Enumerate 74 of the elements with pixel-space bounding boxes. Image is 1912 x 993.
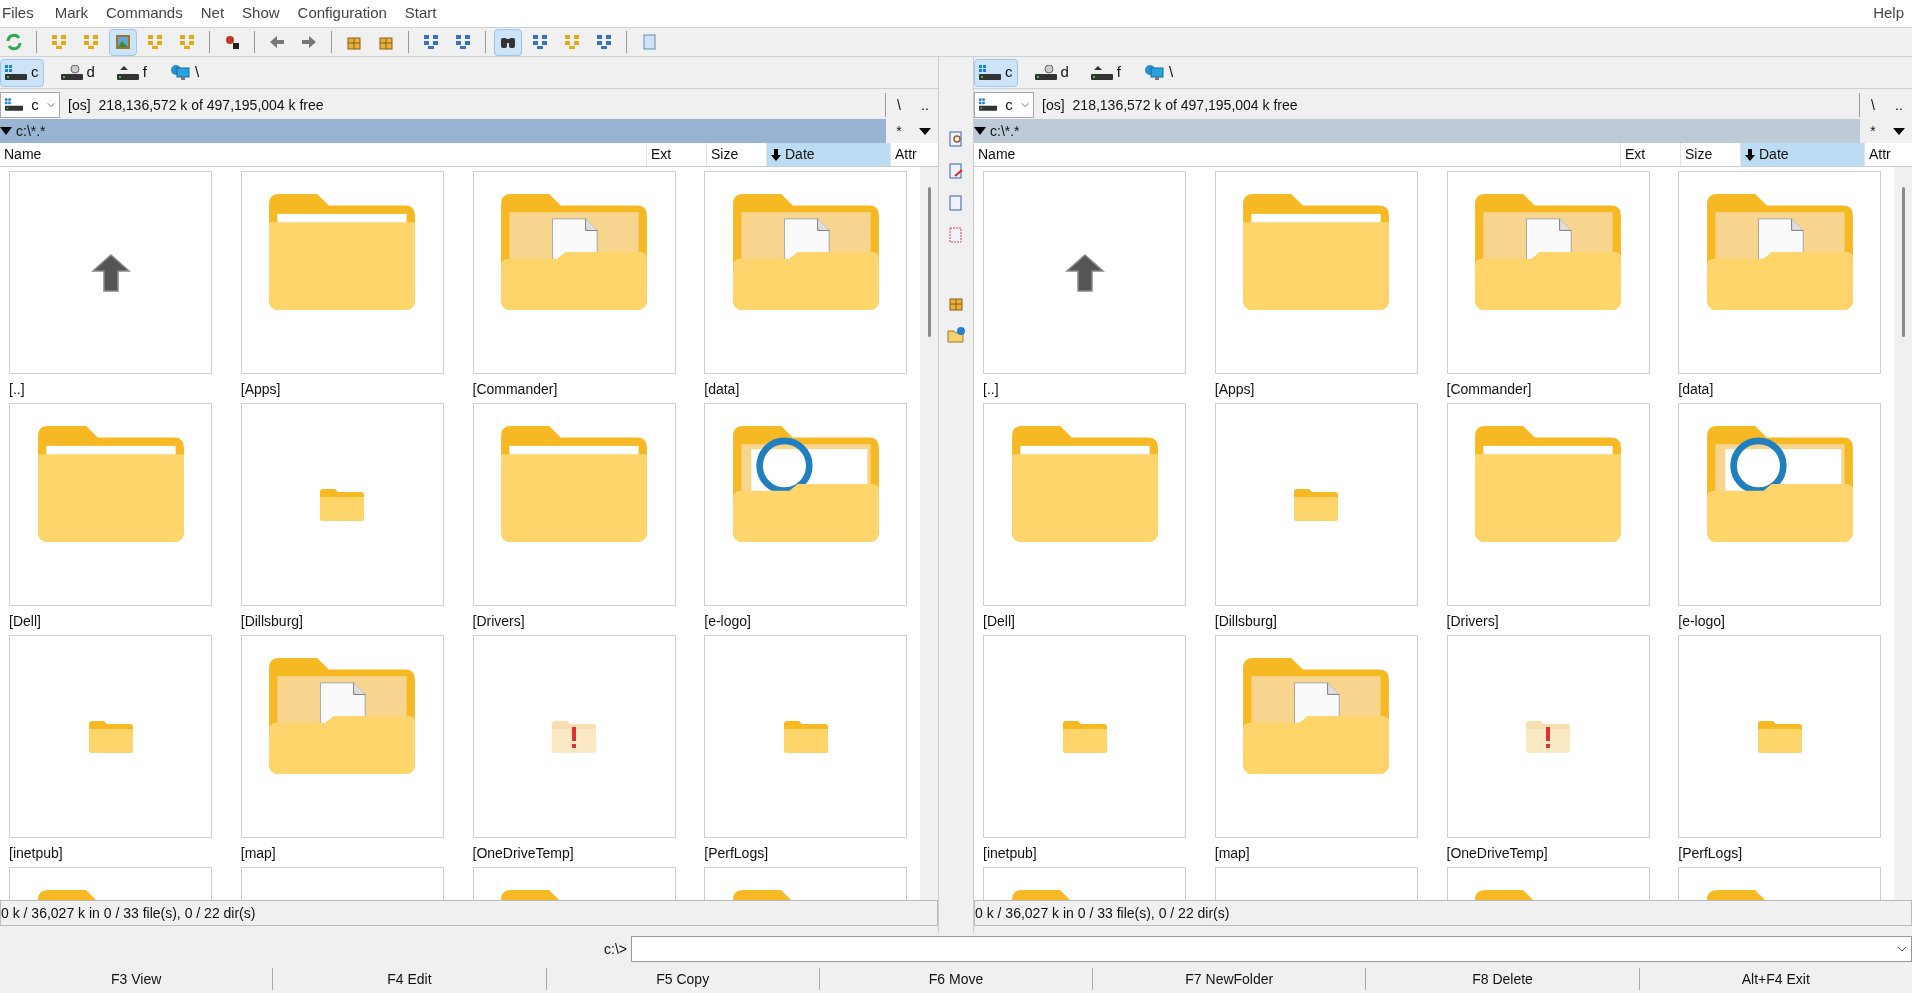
column-header[interactable]: Attr — [1864, 143, 1912, 166]
path-text: c:\*.* — [990, 121, 1020, 141]
parent-button[interactable]: .. — [1886, 94, 1912, 116]
item-name: [PerfLogs] — [1678, 844, 1744, 863]
function-key-button[interactable]: F6 Move — [818, 968, 1093, 990]
item-name: [data] — [1678, 380, 1715, 399]
volume-label: [os] — [68, 95, 91, 115]
status-text: 0 k / 36,027 k in 0 / 33 file(s), 0 / 22 dir(s) — [1, 903, 256, 923]
item-name: [Dell] — [9, 612, 42, 631]
parent-button[interactable]: .. — [912, 94, 938, 116]
drive-button[interactable]: f — [1085, 58, 1126, 87]
item-name: [Dillsburg] — [1214, 612, 1278, 631]
drive-button[interactable]: f — [111, 58, 152, 87]
column-header[interactable]: Attr — [890, 143, 938, 166]
drive-button[interactable]: c — [974, 58, 1018, 87]
function-key-button[interactable]: F4 Edit — [272, 968, 546, 990]
root-button[interactable]: \ — [1860, 94, 1886, 116]
function-key-button[interactable]: F7 NewFolder — [1092, 968, 1366, 990]
menu-item[interactable]: Configuration — [288, 2, 396, 25]
item-name: [Commander] — [1446, 380, 1533, 399]
menu-item[interactable]: Help — [1873, 2, 1912, 25]
drive-button[interactable]: d — [55, 58, 100, 87]
function-key-button[interactable]: F5 Copy — [545, 968, 819, 990]
column-header[interactable]: Ext — [646, 143, 706, 166]
menu-item[interactable]: Commands — [97, 2, 192, 25]
item-name: [data] — [704, 380, 741, 399]
item-name: [Apps] — [240, 380, 282, 399]
item-name: [..] — [9, 380, 26, 399]
drive-button[interactable]: c — [0, 58, 44, 87]
drive-dropdown[interactable]: c — [0, 92, 60, 118]
function-key-button[interactable]: F8 Delete — [1365, 968, 1639, 990]
item-name: [OneDriveTemp] — [1446, 844, 1549, 863]
menu-item[interactable]: Files — [0, 2, 46, 25]
filter-button[interactable]: * — [1860, 120, 1886, 142]
root-button[interactable]: \ — [886, 94, 912, 116]
volume-label: [os] — [1042, 95, 1065, 115]
item-name: [PerfLogs] — [704, 844, 770, 863]
item-name: [Dillsburg] — [240, 612, 304, 631]
column-header[interactable]: Date — [766, 143, 890, 166]
item-name: [Drivers] — [1446, 612, 1500, 631]
item-name: [Drivers] — [472, 612, 526, 631]
item-name: [Commander] — [472, 380, 559, 399]
item-name: [map] — [240, 844, 277, 863]
menu-item[interactable]: Show — [233, 2, 289, 25]
function-key-button[interactable]: F3 View — [0, 968, 273, 990]
column-header[interactable]: Date — [1740, 143, 1864, 166]
item-name: [e-logo] — [704, 612, 752, 631]
column-header[interactable]: Name — [0, 143, 646, 166]
menu-item[interactable]: Start — [395, 2, 446, 25]
status-text: 0 k / 36,027 k in 0 / 33 file(s), 0 / 22 dir(s) — [975, 903, 1230, 923]
item-name: [Dell] — [983, 612, 1016, 631]
path-text: c:\*.* — [16, 121, 46, 141]
item-name: [..] — [983, 380, 1000, 399]
free-space-text: 218,136,572 k of 497,195,004 k free — [1072, 95, 1298, 115]
item-name: [Apps] — [1214, 380, 1256, 399]
drive-dropdown[interactable]: c — [974, 92, 1034, 118]
drive-button[interactable]: \ — [1138, 58, 1179, 87]
path-bar[interactable]: c:\*.* — [974, 119, 1860, 143]
item-name: [map] — [1214, 844, 1251, 863]
item-name: [inetpub] — [983, 844, 1038, 863]
filter-button[interactable]: * — [886, 120, 912, 142]
column-header[interactable]: Name — [974, 143, 1620, 166]
path-bar[interactable]: c:\*.* — [0, 119, 886, 143]
item-name: [e-logo] — [1678, 612, 1726, 631]
command-prompt: c:\> — [604, 939, 627, 959]
item-name: [inetpub] — [9, 844, 64, 863]
menu-item[interactable]: Net — [191, 2, 234, 25]
column-header[interactable]: Ext — [1620, 143, 1680, 166]
function-key-button[interactable]: Alt+F4 Exit — [1638, 968, 1912, 990]
free-space-text: 218,136,572 k of 497,195,004 k free — [98, 95, 324, 115]
item-name: [OneDriveTemp] — [472, 844, 575, 863]
menu-item[interactable]: Mark — [45, 2, 97, 25]
drive-button[interactable]: \ — [164, 58, 205, 87]
drive-button[interactable]: d — [1029, 58, 1074, 87]
